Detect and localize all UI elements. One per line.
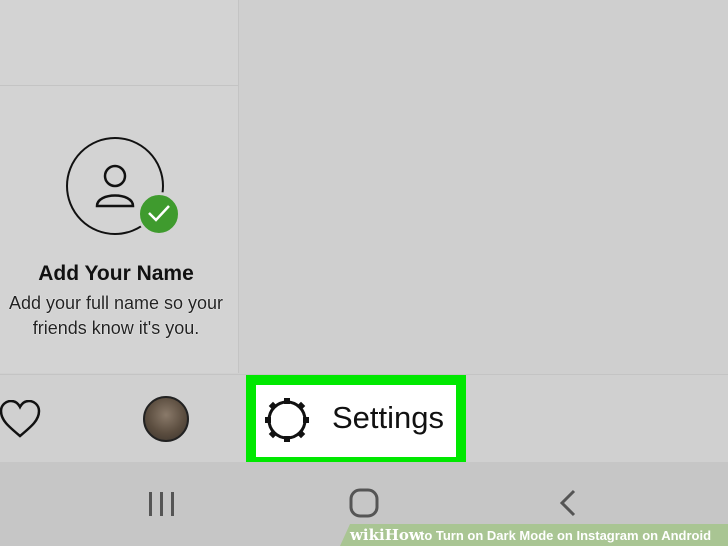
content-area xyxy=(239,0,728,373)
add-name-description-line2: friends know it's you. xyxy=(32,318,200,338)
wikihow-brand: wiki xyxy=(350,526,385,544)
heart-icon[interactable] xyxy=(0,400,44,440)
add-name-title: Add Your Name xyxy=(38,262,194,285)
watermark-caption: to Turn on Dark Mode on Instagram on And… xyxy=(420,528,712,543)
profile-tab-avatar[interactable] xyxy=(143,396,189,442)
settings-label: Settings xyxy=(332,400,445,435)
checkmark-icon xyxy=(148,205,170,222)
gear-icon xyxy=(265,398,309,442)
wikihow-brand-bold: How xyxy=(384,526,422,544)
back-icon[interactable] xyxy=(556,488,580,518)
recent-apps-icon[interactable] xyxy=(147,490,177,518)
top-left-card xyxy=(0,0,239,86)
wikihow-logo: wikiHow xyxy=(350,526,422,544)
add-name-description: Add your full name so your friends know … xyxy=(0,291,242,341)
add-name-description-line1: Add your full name so your xyxy=(8,293,224,313)
home-icon[interactable] xyxy=(348,487,380,519)
person-outline-icon xyxy=(95,164,135,208)
